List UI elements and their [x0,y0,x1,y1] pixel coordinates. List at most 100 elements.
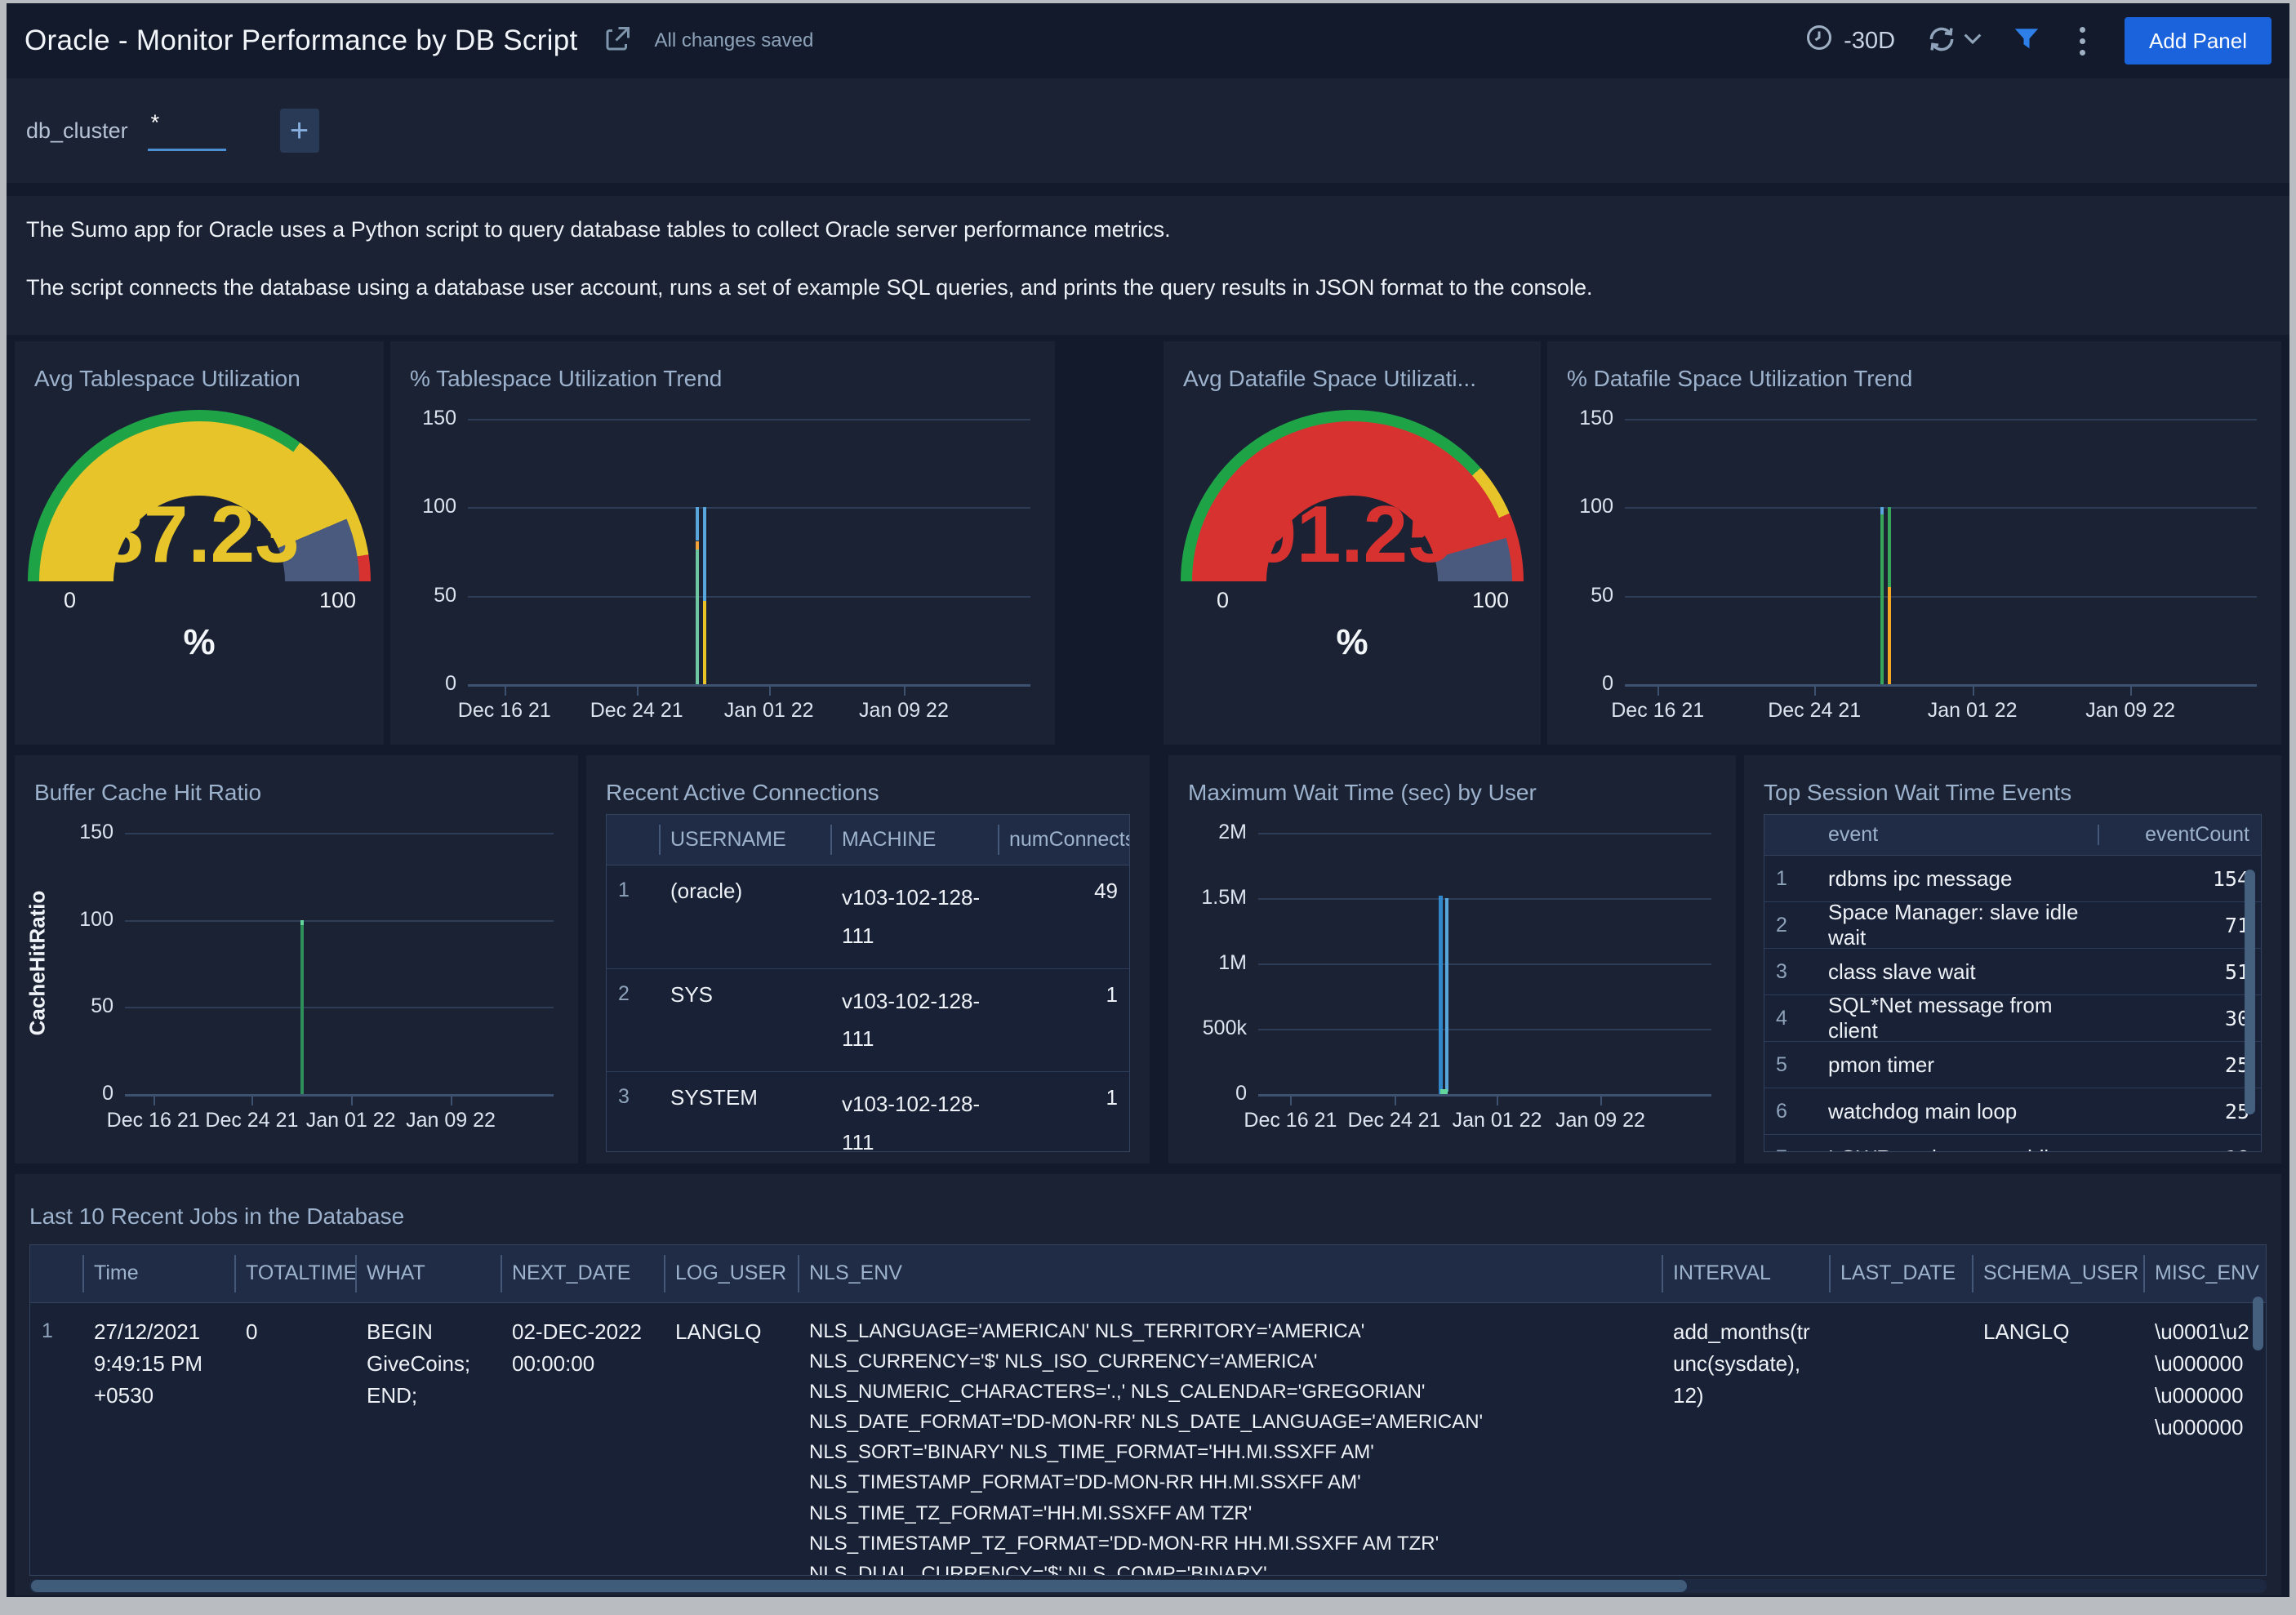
x-axis-tick-label: Dec 24 21 [1768,699,1862,722]
panel-title: Recent Active Connections [606,780,879,805]
description-line-1: The Sumo app for Oracle uses a Python sc… [26,217,1171,242]
column-header-Time[interactable]: Time [82,1245,234,1302]
table-row[interactable]: 4 SQL*Net message from client 30 [1764,993,2261,1043]
db-cluster-input[interactable]: * [147,110,226,151]
table-body: 1 (oracle) v103-102-128-111 49 2 SYS v103-102-… [607,865,1129,1151]
dashboard-page: Oracle - Monitor Performance by DB Scrip… [7,3,2289,1597]
column-header-INTERVAL[interactable]: INTERVAL [1662,1245,1829,1302]
x-axis-tick [903,686,905,696]
column-header-MISC_ENV[interactable]: MISC_ENV [2143,1245,2266,1302]
events-table-scrollbar[interactable] [2245,870,2255,1114]
time-range-button[interactable]: -30D [1804,23,1895,59]
column-header-NEXT_DATE[interactable]: NEXT_DATE [501,1245,664,1302]
table-body: 1 27/12/2021 9:49:15 PM +0530 0 BEGIN GiveC… [30,1302,2266,1575]
table-row[interactable]: 2 SYS v103-102-128-111 1 [607,968,1129,1073]
jobs-table-vscrollbar[interactable] [2253,1297,2263,1350]
table-cell: 154 [2212,866,2249,891]
data-spike [696,507,700,541]
data-spike [1887,586,1891,684]
refresh-icon [1926,24,1957,59]
jobs-table: Time TOTALTIME WHAT NEXT_DATE LOG_USER NLS_EN… [29,1244,2267,1576]
text-panel: The Sumo app for Oracle uses a Python sc… [7,196,2289,335]
column-header-eventCount[interactable]: eventCount [2098,815,2261,855]
grid-line [1625,595,2257,598]
column-header-MACHINE[interactable]: MACHINE [830,815,998,865]
panel-last-10-recent-jobs: Last 10 Recent Jobs in the Database Time… [15,1174,2281,1595]
x-axis-tick-label: Jan 01 22 [305,1109,396,1132]
add-filter-button[interactable]: + [279,109,319,153]
column-header-LAST_DATE[interactable]: LAST_DATE [1829,1245,1972,1302]
x-axis-tick [1814,686,1817,696]
data-spike [703,601,706,684]
add-panel-button[interactable]: Add Panel [2125,17,2272,65]
column-header-event[interactable]: event [1817,815,2098,855]
panel-row-1: Avg Tablespace Utilization 87.23 0 100 %… [7,341,2289,745]
share-icon[interactable] [603,24,632,58]
x-axis-tick-label: Dec 16 21 [1611,699,1705,722]
x-axis-tick-label: Dec 24 21 [1347,1109,1441,1132]
table-cell: LGWR worker group idle [1817,1137,2098,1152]
column-header-USERNAME[interactable]: USERNAME [659,815,830,865]
filter-icon[interactable] [2013,25,2040,57]
table-cell: 02-DEC-2022 00:00:00 [512,1319,642,1376]
panel-top-session-wait-time-events: Top Session Wait Time Events event eventC… [1744,755,2281,1163]
table-cell: 1 [1106,981,1118,1007]
more-options-button[interactable] [2071,24,2094,59]
table-row[interactable]: 6 watchdog main loop 25 [1764,1088,2261,1135]
y-axis-tick-label: 150 [422,407,456,429]
y-axis-tick-label: 0 [1235,1082,1247,1105]
y-axis-tick-label: 2M [1218,821,1247,843]
table-row[interactable]: 1 27/12/2021 9:49:15 PM +0530 0 BEGIN GiveC… [30,1302,2266,1575]
column-header-WHAT[interactable]: WHAT [355,1245,501,1302]
datafile-trend-chart[interactable]: 0 50 100 150 Dec 16 21 Dec 24 21 Jan 01 22 Jan … [1547,341,2281,745]
x-axis-tick [350,1096,353,1106]
refresh-button[interactable] [1926,24,1982,59]
column-header-index[interactable] [30,1245,82,1302]
column-header-LOG_USER[interactable]: LOG_USER [664,1245,798,1302]
column-header-TOTALTIME[interactable]: TOTALTIME [234,1245,355,1302]
jobs-table-hscrollbar-thumb[interactable] [31,1580,1687,1592]
x-axis-tick-label: Dec 24 21 [590,699,683,722]
column-header-NLS_ENV[interactable]: NLS_ENV [798,1245,1662,1302]
grid-line [1258,1094,1711,1097]
x-axis-tick-label: Jan 01 22 [723,699,814,722]
grid-line [1625,507,2257,509]
column-header-index[interactable] [1764,815,1817,855]
tablespace-trend-chart[interactable]: 0 50 100 150 Dec 16 21 Dec 24 21 Jan 01 22 Jan … [390,341,1055,745]
table-cell: 6 [1776,1099,1787,1123]
x-axis-tick-label: Dec 16 21 [106,1109,200,1132]
column-header-index[interactable] [607,815,659,865]
column-header-SCHEMA_USER[interactable]: SCHEMA_USER [1972,1245,2143,1302]
buffer-cache-chart[interactable]: 0 50 100 150 Dec 16 21 Dec 24 21 Jan 01 22 Jan … [15,755,578,1163]
table-row[interactable]: 5 pmon timer 25 [1764,1042,2261,1088]
panel-avg-tablespace-utilization: Avg Tablespace Utilization 87.23 0 100 % [15,341,384,745]
data-spike [1440,1089,1448,1094]
grid-line [125,1094,554,1097]
data-spike [696,549,700,684]
table-cell: 27/12/2021 9:49:15 PM +0530 [94,1319,202,1408]
connections-table: USERNAME MACHINE numConnects 1 (oracle) v103-… [606,814,1130,1152]
table-row[interactable]: 3 SYSTEM v103-102-128-111 1 [607,1072,1129,1151]
data-spike [300,919,305,926]
table-cell: SQL*Net message from client [1828,993,2053,1043]
grid-line [125,1007,554,1009]
panel-buffer-cache-hit-ratio: Buffer Cache Hit Ratio 0 50 100 150 Dec 16 2… [15,755,578,1163]
chevron-down-icon [1964,33,1982,49]
x-axis-tick [504,686,506,696]
gauge-min-label: 0 [64,588,77,612]
max-wait-chart[interactable]: 0 500k 1M 1.5M 2M Dec 16 21 Dec 24 21 Jan 01 22… [1168,755,1736,1163]
x-axis-tick-label: Jan 09 22 [2085,699,2176,722]
table-cell: 2 [1776,913,1787,937]
y-axis-tick-label: 100 [1579,495,1613,518]
y-axis-title: CacheHitRatio [24,890,50,1036]
grid-line [125,833,554,834]
table-row[interactable]: 7LGWR worker group idle18 [1764,1135,2261,1152]
table-cell: \u0001\u2\u000000\u000000\u000000 [2155,1319,2249,1439]
table-row[interactable]: 1 (oracle) v103-102-128-111 49 [607,865,1129,969]
table-body: 1 rdbms ipc message 154 2 Space Manager: sla… [1764,856,2261,1152]
y-axis-tick-label: 1.5M [1201,886,1247,909]
table-row[interactable]: 2 Space Manager: slave idle wait 71 [1764,900,2261,950]
grid-gap [1158,755,1160,1163]
table-cell: SYSTEM [670,1085,758,1110]
column-header-numConnects[interactable]: numConnects [998,815,1129,865]
